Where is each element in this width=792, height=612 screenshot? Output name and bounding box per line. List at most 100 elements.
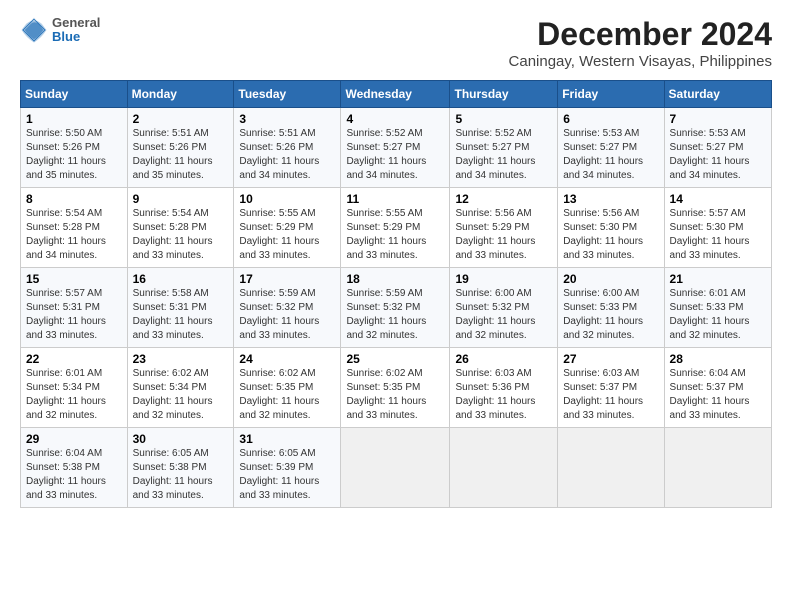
day-number: 29 <box>26 432 122 446</box>
table-row <box>558 428 664 508</box>
logo: General Blue <box>20 16 100 45</box>
day-info: Sunrise: 5:55 AM Sunset: 5:29 PM Dayligh… <box>239 207 335 263</box>
table-row: 6 Sunrise: 5:53 AM Sunset: 5:27 PM Dayli… <box>558 108 664 188</box>
table-row: 22 Sunrise: 6:01 AM Sunset: 5:34 PM Dayl… <box>21 348 128 428</box>
logo-blue: Blue <box>52 30 100 44</box>
day-info: Sunrise: 6:03 AM Sunset: 5:37 PM Dayligh… <box>563 367 658 423</box>
day-number: 3 <box>239 112 335 126</box>
day-info: Sunrise: 6:03 AM Sunset: 5:36 PM Dayligh… <box>455 367 552 423</box>
day-info: Sunrise: 5:57 AM Sunset: 5:31 PM Dayligh… <box>26 287 122 343</box>
day-info: Sunrise: 6:00 AM Sunset: 5:32 PM Dayligh… <box>455 287 552 343</box>
day-info: Sunrise: 5:51 AM Sunset: 5:26 PM Dayligh… <box>239 127 335 183</box>
day-info: Sunrise: 5:52 AM Sunset: 5:27 PM Dayligh… <box>346 127 444 183</box>
table-row: 9 Sunrise: 5:54 AM Sunset: 5:28 PM Dayli… <box>127 188 234 268</box>
day-number: 14 <box>670 192 766 206</box>
logo-general: General <box>52 16 100 30</box>
day-info: Sunrise: 6:00 AM Sunset: 5:33 PM Dayligh… <box>563 287 658 343</box>
day-info: Sunrise: 5:51 AM Sunset: 5:26 PM Dayligh… <box>133 127 229 183</box>
header-tuesday: Tuesday <box>234 81 341 108</box>
day-info: Sunrise: 6:01 AM Sunset: 5:33 PM Dayligh… <box>670 287 766 343</box>
logo-text: General Blue <box>52 16 100 45</box>
day-number: 27 <box>563 352 658 366</box>
day-number: 5 <box>455 112 552 126</box>
day-number: 31 <box>239 432 335 446</box>
day-number: 26 <box>455 352 552 366</box>
day-info: Sunrise: 5:59 AM Sunset: 5:32 PM Dayligh… <box>346 287 444 343</box>
day-number: 11 <box>346 192 444 206</box>
calendar-week-row: 1 Sunrise: 5:50 AM Sunset: 5:26 PM Dayli… <box>21 108 772 188</box>
table-row: 5 Sunrise: 5:52 AM Sunset: 5:27 PM Dayli… <box>450 108 558 188</box>
day-number: 19 <box>455 272 552 286</box>
day-number: 22 <box>26 352 122 366</box>
day-info: Sunrise: 6:02 AM Sunset: 5:34 PM Dayligh… <box>133 367 229 423</box>
logo-icon <box>20 16 48 44</box>
table-row: 24 Sunrise: 6:02 AM Sunset: 5:35 PM Dayl… <box>234 348 341 428</box>
day-number: 30 <box>133 432 229 446</box>
table-row: 20 Sunrise: 6:00 AM Sunset: 5:33 PM Dayl… <box>558 268 664 348</box>
day-info: Sunrise: 6:04 AM Sunset: 5:37 PM Dayligh… <box>670 367 766 423</box>
header: General Blue December 2024 Caningay, Wes… <box>20 16 772 70</box>
table-row: 19 Sunrise: 6:00 AM Sunset: 5:32 PM Dayl… <box>450 268 558 348</box>
day-info: Sunrise: 6:02 AM Sunset: 5:35 PM Dayligh… <box>346 367 444 423</box>
day-info: Sunrise: 5:52 AM Sunset: 5:27 PM Dayligh… <box>455 127 552 183</box>
table-row: 23 Sunrise: 6:02 AM Sunset: 5:34 PM Dayl… <box>127 348 234 428</box>
page: General Blue December 2024 Caningay, Wes… <box>0 0 792 612</box>
day-info: Sunrise: 5:50 AM Sunset: 5:26 PM Dayligh… <box>26 127 122 183</box>
header-wednesday: Wednesday <box>341 81 450 108</box>
day-number: 6 <box>563 112 658 126</box>
table-row: 17 Sunrise: 5:59 AM Sunset: 5:32 PM Dayl… <box>234 268 341 348</box>
title-block: December 2024 Caningay, Western Visayas,… <box>509 16 772 70</box>
day-number: 23 <box>133 352 229 366</box>
day-number: 17 <box>239 272 335 286</box>
day-number: 16 <box>133 272 229 286</box>
calendar-week-row: 29 Sunrise: 6:04 AM Sunset: 5:38 PM Dayl… <box>21 428 772 508</box>
day-number: 28 <box>670 352 766 366</box>
header-monday: Monday <box>127 81 234 108</box>
table-row: 26 Sunrise: 6:03 AM Sunset: 5:36 PM Dayl… <box>450 348 558 428</box>
table-row: 13 Sunrise: 5:56 AM Sunset: 5:30 PM Dayl… <box>558 188 664 268</box>
day-number: 2 <box>133 112 229 126</box>
day-info: Sunrise: 5:59 AM Sunset: 5:32 PM Dayligh… <box>239 287 335 343</box>
day-number: 18 <box>346 272 444 286</box>
day-number: 24 <box>239 352 335 366</box>
table-row: 28 Sunrise: 6:04 AM Sunset: 5:37 PM Dayl… <box>664 348 771 428</box>
day-number: 4 <box>346 112 444 126</box>
day-info: Sunrise: 5:54 AM Sunset: 5:28 PM Dayligh… <box>133 207 229 263</box>
table-row: 2 Sunrise: 5:51 AM Sunset: 5:26 PM Dayli… <box>127 108 234 188</box>
day-info: Sunrise: 5:58 AM Sunset: 5:31 PM Dayligh… <box>133 287 229 343</box>
table-row: 15 Sunrise: 5:57 AM Sunset: 5:31 PM Dayl… <box>21 268 128 348</box>
header-saturday: Saturday <box>664 81 771 108</box>
table-row: 11 Sunrise: 5:55 AM Sunset: 5:29 PM Dayl… <box>341 188 450 268</box>
table-row <box>450 428 558 508</box>
day-number: 12 <box>455 192 552 206</box>
table-row: 3 Sunrise: 5:51 AM Sunset: 5:26 PM Dayli… <box>234 108 341 188</box>
calendar-week-row: 22 Sunrise: 6:01 AM Sunset: 5:34 PM Dayl… <box>21 348 772 428</box>
table-row: 25 Sunrise: 6:02 AM Sunset: 5:35 PM Dayl… <box>341 348 450 428</box>
header-friday: Friday <box>558 81 664 108</box>
day-info: Sunrise: 5:57 AM Sunset: 5:30 PM Dayligh… <box>670 207 766 263</box>
day-number: 13 <box>563 192 658 206</box>
table-row: 27 Sunrise: 6:03 AM Sunset: 5:37 PM Dayl… <box>558 348 664 428</box>
day-number: 15 <box>26 272 122 286</box>
table-row: 16 Sunrise: 5:58 AM Sunset: 5:31 PM Dayl… <box>127 268 234 348</box>
table-row: 12 Sunrise: 5:56 AM Sunset: 5:29 PM Dayl… <box>450 188 558 268</box>
day-info: Sunrise: 5:55 AM Sunset: 5:29 PM Dayligh… <box>346 207 444 263</box>
table-row <box>664 428 771 508</box>
day-number: 25 <box>346 352 444 366</box>
table-row: 18 Sunrise: 5:59 AM Sunset: 5:32 PM Dayl… <box>341 268 450 348</box>
day-number: 10 <box>239 192 335 206</box>
table-row <box>341 428 450 508</box>
day-info: Sunrise: 5:56 AM Sunset: 5:30 PM Dayligh… <box>563 207 658 263</box>
day-number: 21 <box>670 272 766 286</box>
table-row: 10 Sunrise: 5:55 AM Sunset: 5:29 PM Dayl… <box>234 188 341 268</box>
day-info: Sunrise: 5:53 AM Sunset: 5:27 PM Dayligh… <box>670 127 766 183</box>
day-info: Sunrise: 5:56 AM Sunset: 5:29 PM Dayligh… <box>455 207 552 263</box>
table-row: 8 Sunrise: 5:54 AM Sunset: 5:28 PM Dayli… <box>21 188 128 268</box>
day-info: Sunrise: 6:05 AM Sunset: 5:39 PM Dayligh… <box>239 447 335 503</box>
table-row: 14 Sunrise: 5:57 AM Sunset: 5:30 PM Dayl… <box>664 188 771 268</box>
day-info: Sunrise: 6:05 AM Sunset: 5:38 PM Dayligh… <box>133 447 229 503</box>
calendar-week-row: 15 Sunrise: 5:57 AM Sunset: 5:31 PM Dayl… <box>21 268 772 348</box>
header-thursday: Thursday <box>450 81 558 108</box>
day-number: 7 <box>670 112 766 126</box>
day-info: Sunrise: 5:54 AM Sunset: 5:28 PM Dayligh… <box>26 207 122 263</box>
